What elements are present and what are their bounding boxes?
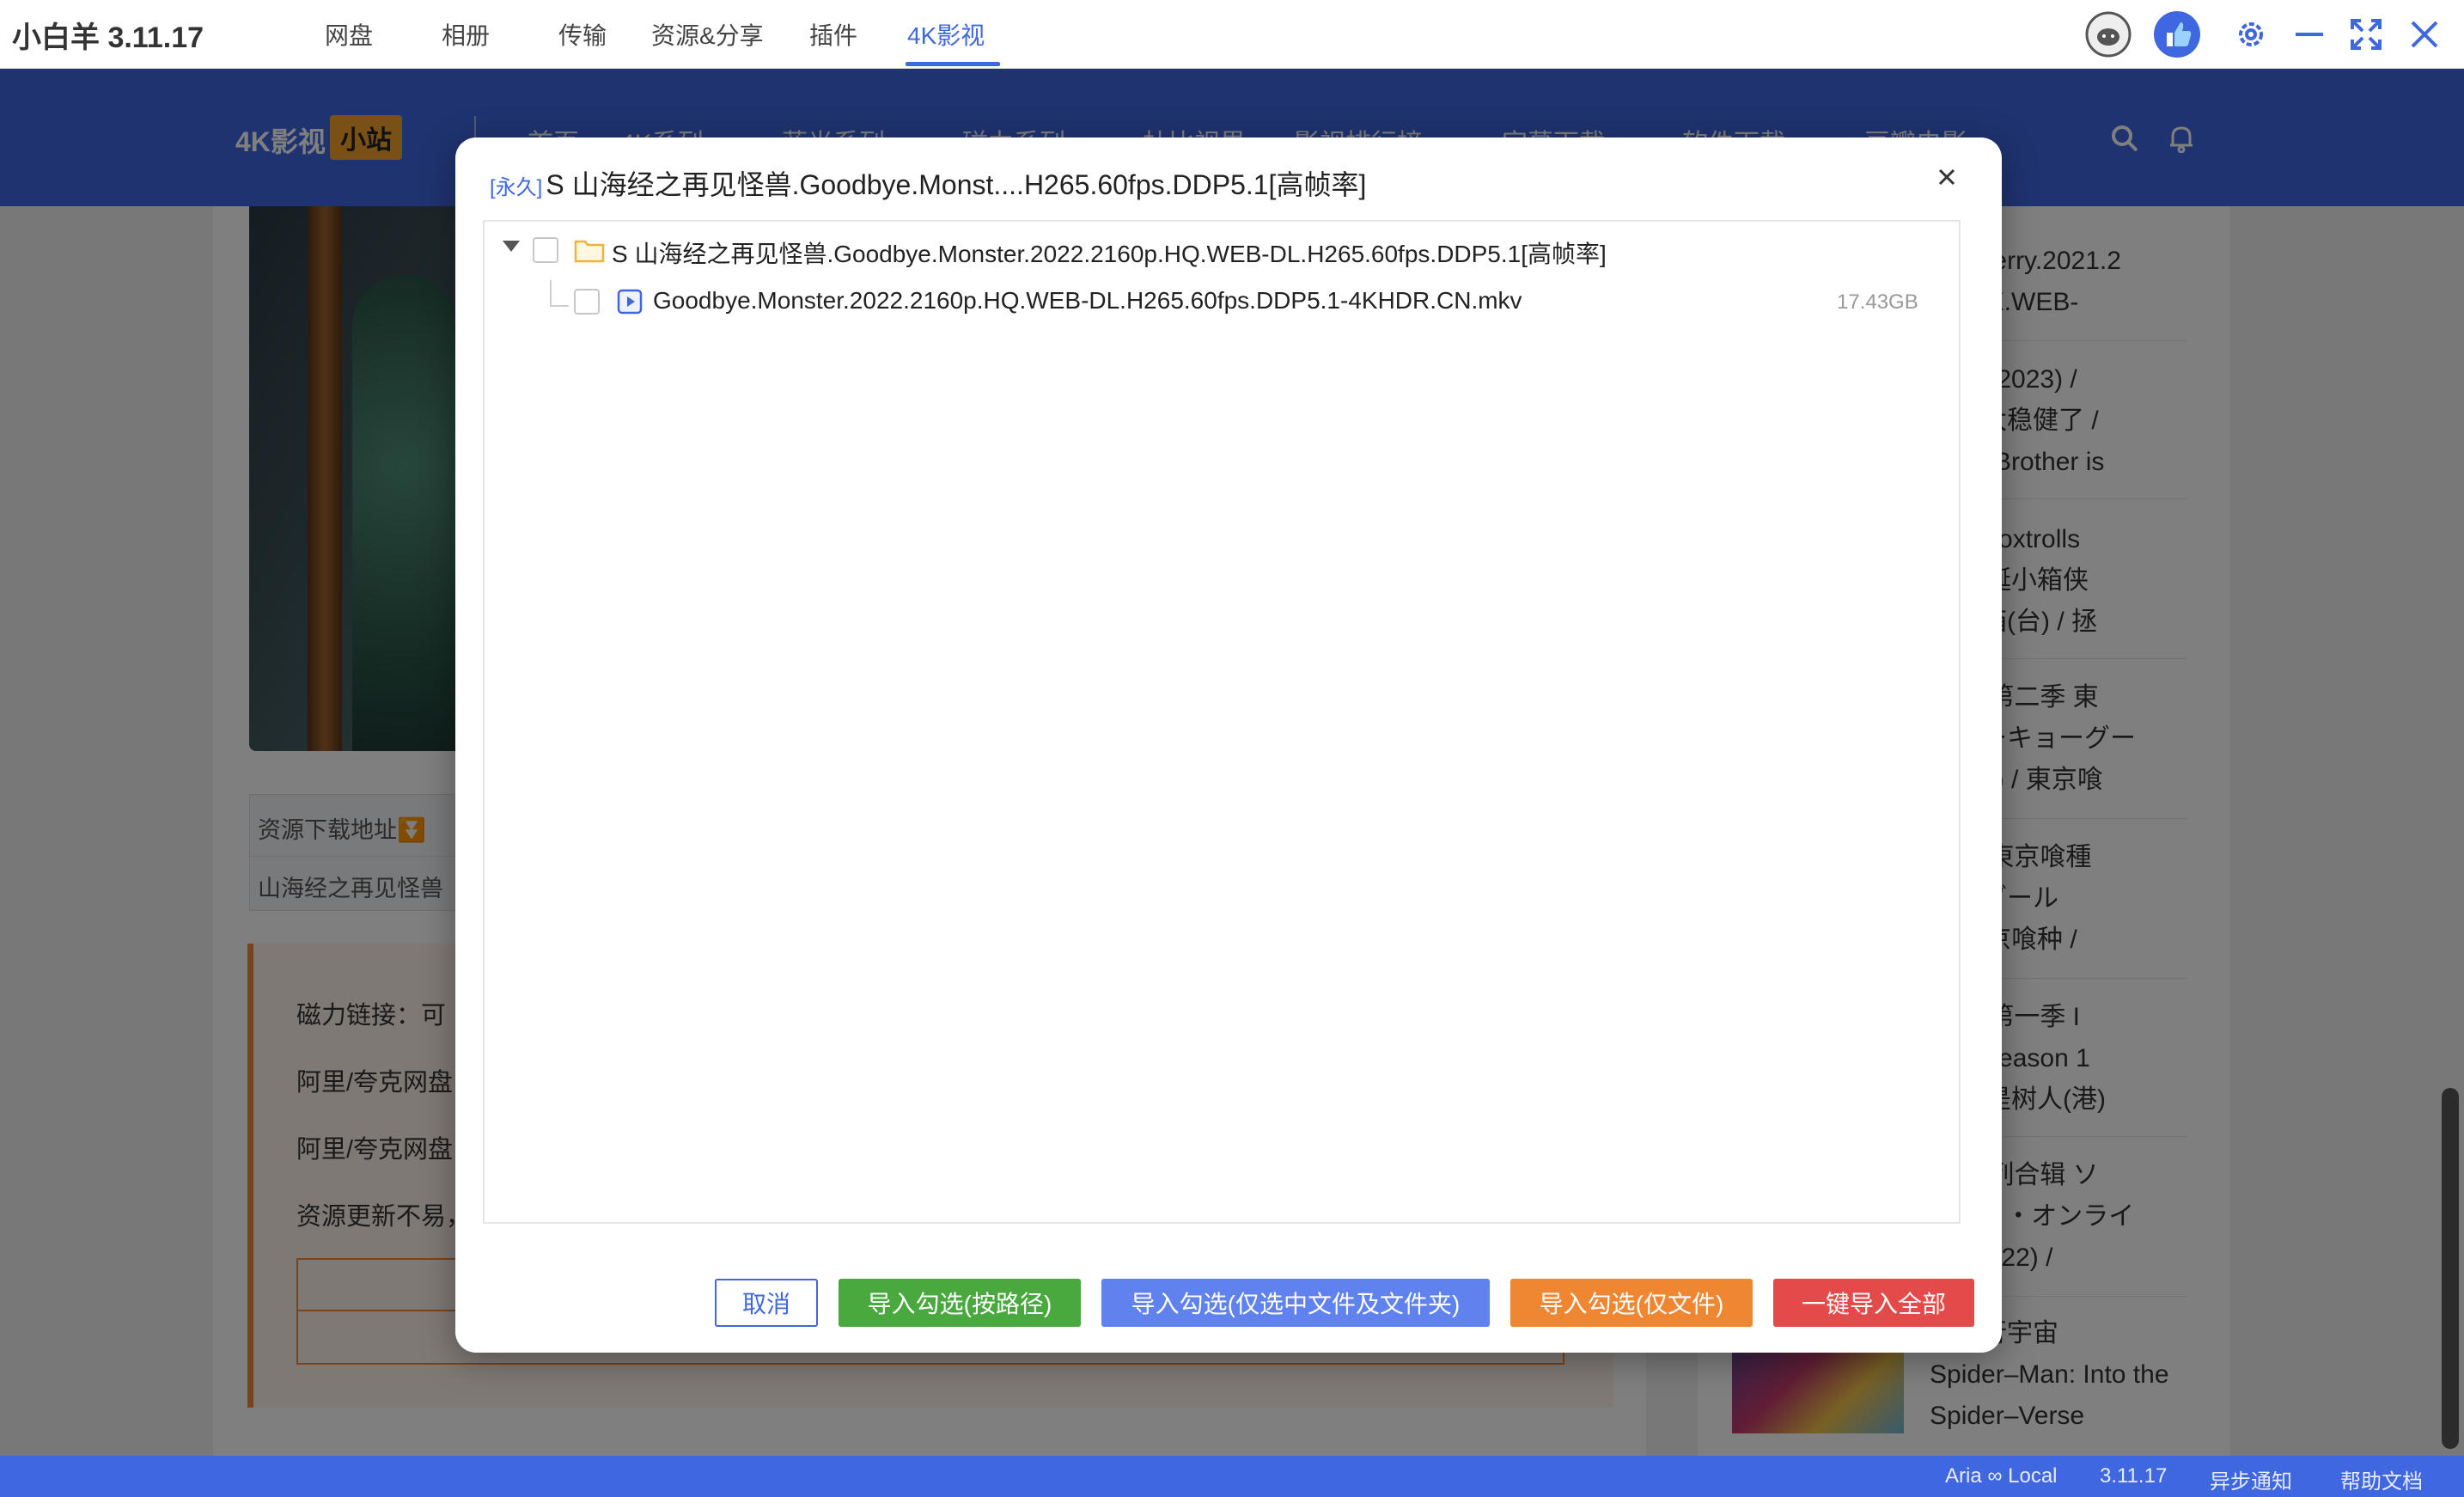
- thumbs-up-icon[interactable]: [2151, 9, 2203, 60]
- aria-status[interactable]: Aria ∞ Local: [1945, 1464, 2058, 1488]
- dialog-title: [永久] S 山海经之再见怪兽.Goodbye.Monst....H265.60f…: [490, 163, 1366, 203]
- version-label: 3.11.17: [2100, 1464, 2168, 1488]
- dialog-title-text: S 山海经之再见怪兽.Goodbye.Monst....H265.60fps.D…: [546, 169, 1367, 200]
- gear-icon[interactable]: [2225, 9, 2277, 60]
- active-tab-indicator: [906, 62, 1000, 66]
- import-files-only-button[interactable]: 导入勾选(仅文件): [1510, 1279, 1753, 1327]
- tab-album[interactable]: 相册: [442, 17, 490, 52]
- tab-4k-video[interactable]: 4K影视: [907, 17, 985, 52]
- file-checkbox[interactable]: [574, 289, 600, 315]
- tree-connector: [550, 280, 552, 306]
- sheep-avatar-icon[interactable]: [2083, 9, 2134, 60]
- file-tree: [483, 220, 1961, 1224]
- video-file-icon: [617, 289, 643, 319]
- folder-name[interactable]: S 山海经之再见怪兽.Goodbye.Monster.2022.2160p.HQ…: [612, 235, 1607, 270]
- tab-resource-share[interactable]: 资源&分享: [651, 17, 764, 52]
- minimize-icon[interactable]: [2284, 9, 2335, 60]
- tab-transfer[interactable]: 传输: [558, 17, 607, 52]
- import-by-path-button[interactable]: 导入勾选(按路径): [839, 1279, 1081, 1327]
- page-scrollbar-thumb[interactable]: [2442, 1088, 2459, 1449]
- folder-icon: [574, 237, 605, 267]
- caret-down-icon[interactable]: [503, 241, 520, 252]
- fullscreen-icon[interactable]: [2340, 9, 2392, 60]
- window-close-icon[interactable]: [2399, 9, 2450, 60]
- dialog-close-icon[interactable]: [1931, 162, 1962, 192]
- import-selected-button[interactable]: 导入勾选(仅选中文件及文件夹): [1101, 1279, 1490, 1327]
- status-bar: Aria ∞ Local 3.11.17 异步通知 帮助文档: [0, 1456, 2464, 1497]
- file-name[interactable]: Goodbye.Monster.2022.2160p.HQ.WEB-DL.H26…: [653, 287, 1522, 315]
- tab-netdisk[interactable]: 网盘: [325, 17, 373, 52]
- app-titlebar: 小白羊 3.11.17 网盘 相册 传输 资源&分享 插件 4K影视: [0, 0, 2464, 69]
- tab-plugins[interactable]: 插件: [809, 17, 857, 52]
- app-title: 小白羊 3.11.17: [12, 21, 204, 54]
- tree-connector: [550, 305, 569, 307]
- folder-checkbox[interactable]: [533, 237, 558, 263]
- permanent-tag: [永久]: [490, 176, 543, 199]
- async-notice-link[interactable]: 异步通知: [2210, 1464, 2292, 1494]
- import-all-button[interactable]: 一键导入全部: [1773, 1279, 1974, 1327]
- cancel-button[interactable]: 取消: [715, 1279, 818, 1327]
- file-size: 17.43GB: [1837, 290, 1918, 314]
- help-docs-link[interactable]: 帮助文档: [2340, 1464, 2423, 1494]
